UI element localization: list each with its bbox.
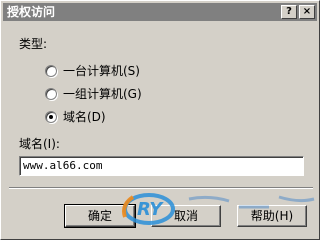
separator-line <box>9 187 313 189</box>
cancel-button[interactable]: 取消 <box>151 205 221 227</box>
radio-button-group-of-computers[interactable] <box>45 88 57 100</box>
title-close-button[interactable]: × <box>299 5 315 19</box>
domain-name-label: 域名(I): <box>19 137 60 151</box>
radio-button-domain-name[interactable] <box>45 111 57 123</box>
title-bar[interactable]: 授权访问 ? × <box>3 3 317 21</box>
help-button[interactable]: 帮助(H) <box>237 205 307 227</box>
radio-label-group-of-computers: 一组计算机(G) <box>63 87 142 101</box>
domain-name-input[interactable]: www.al66.com <box>19 156 304 176</box>
type-label: 类型: <box>19 37 48 51</box>
dialog-title: 授权访问 <box>7 5 56 19</box>
radio-button-single-computer[interactable] <box>45 65 57 77</box>
ok-button[interactable]: 确定 <box>64 204 136 228</box>
authorize-access-dialog: 授权访问 ? × 类型: 一台计算机(S) 一组计算机(G) 域名(D) 域名(… <box>0 0 320 240</box>
title-help-button[interactable]: ? <box>281 5 297 19</box>
radio-label-single-computer: 一台计算机(S) <box>63 64 140 78</box>
radio-label-domain-name: 域名(D) <box>63 110 106 124</box>
